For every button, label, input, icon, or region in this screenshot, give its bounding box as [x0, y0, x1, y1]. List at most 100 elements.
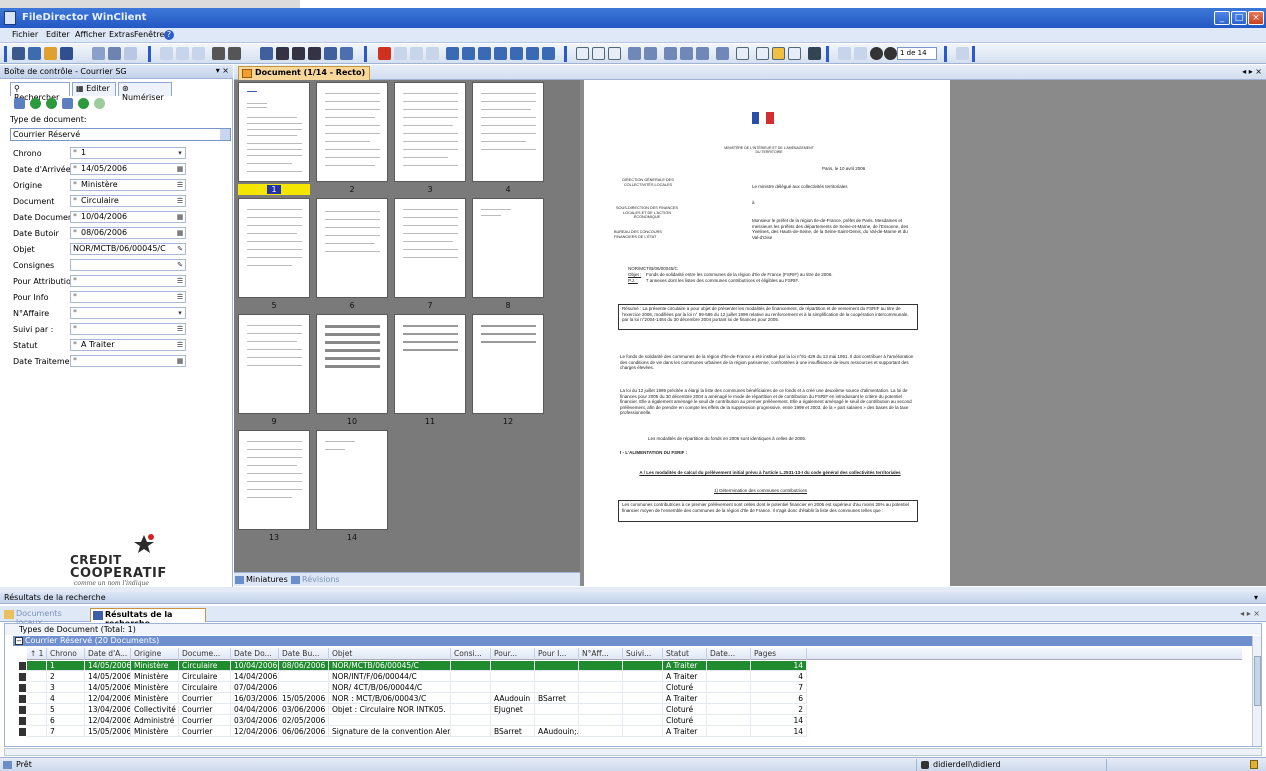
- statut-input[interactable]: * A Traiter ☰: [70, 339, 186, 351]
- row-marker[interactable]: [27, 672, 47, 682]
- close-button[interactable]: ×: [1248, 11, 1264, 25]
- results-horizontal-scrollbar[interactable]: [4, 748, 1262, 756]
- chrono-input[interactable]: * 1 ▾: [70, 147, 186, 159]
- date-arrivee-input[interactable]: * 14/05/2006 ▦: [70, 163, 186, 175]
- origine-input[interactable]: * Ministère ☰: [70, 179, 186, 191]
- last-page-icon[interactable]: [956, 47, 969, 60]
- pour-info-input[interactable]: * ☰: [70, 291, 186, 303]
- search-icon[interactable]: [30, 98, 41, 109]
- row-marker[interactable]: [27, 694, 47, 704]
- table-row[interactable]: 4 12/04/2006 Ministère Courrier 16/03/2006 15…: [27, 694, 1242, 704]
- calendar-icon[interactable]: ▦: [176, 165, 184, 174]
- scan-icon[interactable]: [12, 47, 25, 60]
- col-origine[interactable]: Origine: [131, 648, 179, 660]
- table-row[interactable]: 1 14/05/2006 Ministère Circulaire 10/04/2006…: [27, 661, 1242, 671]
- col-document[interactable]: Docume...: [179, 648, 231, 660]
- page-prev-icon[interactable]: [212, 47, 225, 60]
- col-n-affaire[interactable]: N°Aff...: [579, 648, 623, 660]
- col-pour-attribution[interactable]: Pour...: [491, 648, 535, 660]
- thumbnail-page[interactable]: [394, 198, 466, 298]
- thumbnail-page[interactable]: [238, 82, 310, 182]
- thumbnail-page[interactable]: [316, 82, 388, 182]
- control-panel-pin-close[interactable]: ▾ ×: [216, 66, 229, 75]
- list-icon[interactable]: ☰: [176, 293, 184, 302]
- document-tab-controls[interactable]: ◂ ▸ ×: [1242, 67, 1262, 76]
- thumbnail-page[interactable]: [238, 430, 310, 530]
- load-search-icon[interactable]: [94, 98, 105, 109]
- col-suivi-par[interactable]: Suivi...: [623, 648, 663, 660]
- table-row[interactable]: 7 15/05/2006 Ministère Courrier 12/04/2006 06…: [27, 727, 1242, 737]
- col-sort[interactable]: ↑ 1: [27, 648, 47, 660]
- list-icon[interactable]: ☰: [176, 325, 184, 334]
- tab-editer[interactable]: ▦ Editer: [72, 82, 116, 96]
- group-row[interactable]: − Courrier Réservé (20 Documents): [13, 636, 1261, 646]
- menu-afficher[interactable]: Afficher: [75, 30, 106, 39]
- open-icon[interactable]: [44, 47, 57, 60]
- measure-icon[interactable]: [808, 47, 821, 60]
- results-vertical-scrollbar[interactable]: [1252, 636, 1261, 746]
- tab-numeriser[interactable]: ⊛ Numériser: [118, 82, 172, 102]
- polygon-icon[interactable]: [696, 47, 709, 60]
- thumbnail-page[interactable]: [472, 198, 544, 298]
- delete-icon[interactable]: [378, 47, 391, 60]
- settings-icon[interactable]: [60, 47, 73, 60]
- crop-icon[interactable]: [494, 47, 507, 60]
- page-next-icon[interactable]: [228, 47, 241, 60]
- line-icon[interactable]: [628, 47, 641, 60]
- undo-icon[interactable]: [394, 47, 407, 60]
- first-page-icon[interactable]: [838, 47, 851, 60]
- col-statut[interactable]: Statut: [663, 648, 707, 660]
- link-icon[interactable]: [340, 47, 353, 60]
- new-search-icon[interactable]: [14, 98, 25, 109]
- row-marker[interactable]: [27, 705, 47, 715]
- list-icon[interactable]: ☰: [176, 197, 184, 206]
- table-row[interactable]: 3 14/05/2006 Ministère Circulaire 07/04/2006…: [27, 683, 1242, 693]
- menu-fenetre[interactable]: Fenêtre: [134, 30, 164, 39]
- col-date-document[interactable]: Date Do...: [231, 648, 279, 660]
- date-traitement-input[interactable]: * ▦: [70, 355, 186, 367]
- document-viewer[interactable]: MINISTÈRE DE L'INTÉRIEUR ET DE L'AMÉNAGE…: [580, 80, 1266, 586]
- col-pour-info[interactable]: Pour I...: [535, 648, 579, 660]
- thumbnail-page[interactable]: [316, 314, 388, 414]
- scrollbar-thumb[interactable]: [1254, 656, 1261, 706]
- objet-input[interactable]: NOR/MCTB/06/00045/C ✎: [70, 243, 186, 255]
- pen-icon[interactable]: [108, 47, 121, 60]
- view-width-icon[interactable]: [788, 47, 801, 60]
- consignes-input[interactable]: ✎: [70, 259, 186, 271]
- arrow-icon[interactable]: [644, 47, 657, 60]
- thumbnail-page[interactable]: [394, 314, 466, 414]
- col-objet[interactable]: Objet: [329, 648, 451, 660]
- extract-icon[interactable]: [526, 47, 539, 60]
- calendar-icon[interactable]: ▦: [176, 357, 184, 366]
- print-icon[interactable]: [260, 47, 273, 60]
- edit-icon[interactable]: ✎: [176, 261, 184, 270]
- col-date-butoir[interactable]: Date Bu...: [279, 648, 329, 660]
- refresh-icon[interactable]: [426, 47, 439, 60]
- thumbnail-page[interactable]: [316, 430, 388, 530]
- rotate-left-icon[interactable]: [446, 47, 459, 60]
- row-marker[interactable]: [27, 683, 47, 693]
- calendar-icon[interactable]: ▦: [176, 213, 184, 222]
- collapse-icon[interactable]: −: [15, 637, 23, 645]
- view-single-icon[interactable]: [736, 47, 749, 60]
- prev-icon[interactable]: [870, 47, 883, 60]
- row-marker[interactable]: [27, 661, 47, 671]
- stamp-tool-icon[interactable]: [716, 47, 729, 60]
- tool-icon[interactable]: [92, 47, 105, 60]
- thumbnail-page[interactable]: [316, 198, 388, 298]
- paste-icon[interactable]: [292, 47, 305, 60]
- table-row[interactable]: 2 14/05/2006 Ministère Circulaire 14/04/2006…: [27, 672, 1242, 682]
- fit-icon[interactable]: [192, 47, 205, 60]
- list-icon[interactable]: ☰: [176, 181, 184, 190]
- search-add-icon[interactable]: [46, 98, 57, 109]
- minimize-button[interactable]: _: [1214, 11, 1230, 25]
- split-icon[interactable]: [542, 47, 555, 60]
- col-date-traitement[interactable]: Date...: [707, 648, 751, 660]
- date-butoir-input[interactable]: * 08/06/2006 ▦: [70, 227, 186, 239]
- menu-editer[interactable]: Editer: [46, 30, 70, 39]
- col-chrono[interactable]: Chrono: [47, 648, 85, 660]
- list-icon[interactable]: ☰: [176, 341, 184, 350]
- col-consignes[interactable]: Consi...: [451, 648, 491, 660]
- date-document-input[interactable]: * 10/04/2006 ▦: [70, 211, 186, 223]
- suivi-par-input[interactable]: * ☰: [70, 323, 186, 335]
